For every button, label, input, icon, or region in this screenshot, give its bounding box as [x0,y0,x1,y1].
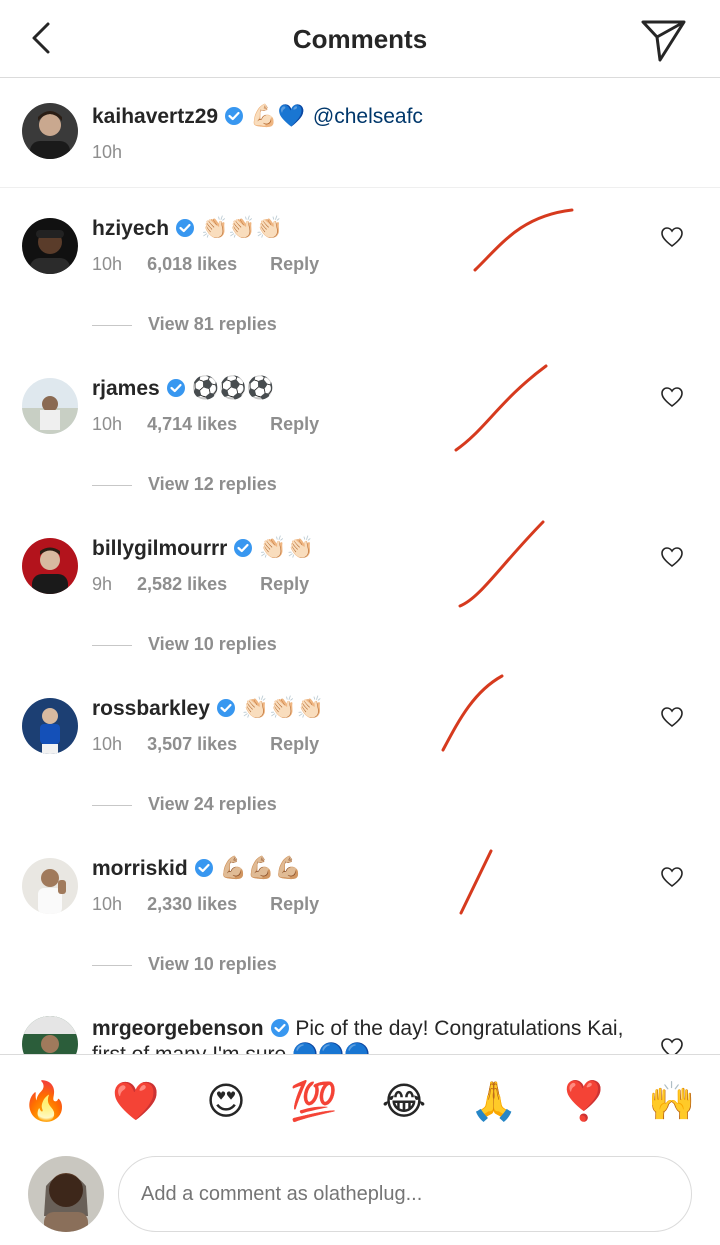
like-count[interactable]: 2,582 likes [137,574,227,594]
avatar[interactable] [22,538,78,594]
comment-meta: 10h 2,330 likes Reply [92,894,319,915]
heart-exclamation-emoji-button[interactable]: ❣️ [560,1077,608,1125]
avatar[interactable] [22,1016,78,1054]
username[interactable]: hziyech [92,217,169,240]
like-count[interactable]: 6,018 likes [147,254,237,274]
red-annotation-stroke [473,208,574,272]
post-caption: kaihavertz29 💪🏻💙 @chelseafc 10h [0,78,720,188]
username[interactable]: billygilmourrr [92,537,227,560]
comment-item: hziyech 👏🏻👏🏻👏🏻 10h 6,018 likes Reply View… [0,188,720,348]
like-count[interactable]: 3,507 likes [147,734,237,754]
red-annotation-stroke [454,364,548,452]
avatar[interactable] [22,858,78,914]
verified-badge-icon [234,539,253,557]
comment-item: mrgeorgebenson Pic of the day! Congratul… [0,1002,720,1054]
folded-hands-emoji-button[interactable]: 🙏 [470,1077,518,1125]
view-replies-link[interactable]: View 12 replies [92,474,277,495]
verified-badge-icon [166,379,185,397]
comment-meta: 10h 6,018 likes Reply [92,254,319,275]
comment-text: 👏🏻👏🏻👏🏻 [241,696,325,721]
heart-outline-icon[interactable] [660,1036,684,1054]
paper-plane-icon[interactable] [638,14,688,64]
comment-text: 💪🏼💪🏼💪🏼 [219,856,302,881]
mention-link[interactable]: @chelseafc [313,105,423,128]
verified-badge-icon [270,1019,289,1037]
heart-outline-icon[interactable] [660,705,684,729]
username[interactable]: rossbarkley [92,697,210,720]
comment-item: rossbarkley 👏🏻👏🏻👏🏻 10h 3,507 likes Reply … [0,668,720,828]
raising-hands-emoji-button[interactable]: 🙌 [648,1077,696,1125]
heart-outline-icon[interactable] [660,545,684,569]
verified-badge-icon [176,219,195,237]
heart-eyes-emoji-button[interactable]: 😍 [202,1077,250,1125]
verified-badge-icon [194,859,213,877]
timestamp: 10h [92,734,123,754]
username[interactable]: mrgeorgebenson [92,1017,264,1040]
timestamp: 10h [92,142,123,162]
comment-text: ⚽⚽⚽ [191,376,274,401]
red-annotation-stroke [441,674,504,752]
timestamp: 10h [92,414,123,434]
reply-button[interactable]: Reply [270,734,319,754]
red-annotation-stroke [459,849,493,915]
caption-emojis: 💪🏻💙 [250,104,305,129]
quick-emoji-bar: 🔥 ❤️ 😍 💯 😂 🙏 ❣️ 🙌 [0,1054,720,1150]
heart-outline-icon[interactable] [660,385,684,409]
like-count[interactable]: 4,714 likes [147,414,237,434]
comment-input[interactable] [118,1156,692,1232]
view-replies-link[interactable]: View 10 replies [92,954,277,975]
red-annotation-stroke [458,520,545,608]
page-title: Comments [292,24,428,54]
comment-text: 👏🏻👏🏻👏🏻 [201,216,284,241]
verified-badge-icon [225,107,244,125]
comment-meta: 10h 3,507 likes Reply [92,734,319,755]
comment-item: rjames ⚽⚽⚽ 10h 4,714 likes Reply View 12 … [0,348,720,508]
avatar [28,1156,104,1232]
comment-composer [0,1150,720,1245]
username[interactable]: morriskid [92,857,188,880]
reply-button[interactable]: Reply [260,574,309,594]
reply-button[interactable]: Reply [270,254,319,274]
reply-button[interactable]: Reply [270,894,319,914]
tears-of-joy-emoji-button[interactable]: 😂 [380,1077,428,1125]
username[interactable]: kaihavertz29 [92,105,218,128]
comment-item: morriskid 💪🏼💪🏼💪🏼 10h 2,330 likes Reply Vi… [0,828,720,988]
view-replies-link[interactable]: View 81 replies [92,314,277,335]
avatar[interactable] [22,378,78,434]
fire-emoji-button[interactable]: 🔥 [22,1077,70,1125]
reply-button[interactable]: Reply [270,414,319,434]
view-replies-link[interactable]: View 10 replies [92,634,277,655]
avatar[interactable] [22,698,78,754]
timestamp: 9h [92,574,113,594]
top-bar: Comments [0,0,720,78]
verified-badge-icon [216,699,235,717]
avatar[interactable] [22,103,78,159]
timestamp: 10h [92,254,123,274]
username[interactable]: rjames [92,377,160,400]
comment-item: billygilmourrr 👏🏻👏🏻 9h 2,582 likes Reply … [0,508,720,668]
timestamp: 10h [92,894,123,914]
like-count[interactable]: 2,330 likes [147,894,237,914]
hundred-emoji-button[interactable]: 💯 [290,1077,338,1125]
heart-outline-icon[interactable] [660,865,684,889]
red-heart-emoji-button[interactable]: ❤️ [112,1077,160,1125]
avatar[interactable] [22,218,78,274]
comment-meta: 10h 4,714 likes Reply [92,414,319,435]
view-replies-link[interactable]: View 24 replies [92,794,277,815]
comment-meta: 9h 2,582 likes Reply [92,574,309,595]
heart-outline-icon[interactable] [660,225,684,249]
comment-text: 👏🏻👏🏻 [259,536,315,561]
